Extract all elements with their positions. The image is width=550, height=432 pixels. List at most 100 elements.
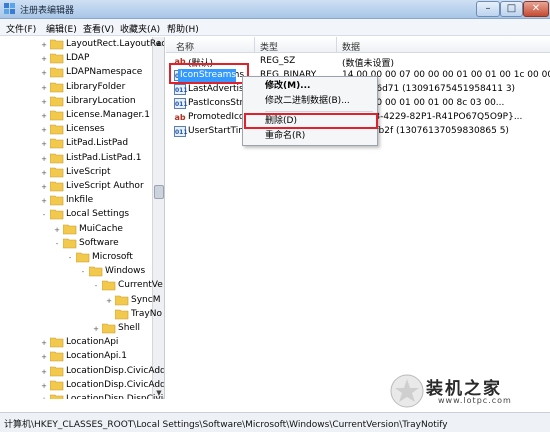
folder-icon xyxy=(50,366,64,376)
expand-icon[interactable]: + xyxy=(40,183,48,191)
expand-icon[interactable]: + xyxy=(40,126,48,134)
folder-icon xyxy=(50,352,64,362)
menu-modify[interactable]: 修改(M)... xyxy=(245,79,375,94)
tree-scrollbar[interactable]: ▲ ▼ xyxy=(152,37,164,399)
folder-icon xyxy=(50,53,64,64)
menu-file[interactable]: 文件(F) xyxy=(6,22,36,35)
tree-item-label: lnkfile xyxy=(66,195,94,206)
tree-item-label: Microsoft xyxy=(92,252,133,262)
expand-icon[interactable] xyxy=(105,311,113,319)
list-header: 名称 类型 数据 xyxy=(166,37,550,53)
expand-icon[interactable]: + xyxy=(40,339,48,347)
tree-item-label: LiveScript xyxy=(66,166,111,177)
expand-icon[interactable]: + xyxy=(40,382,48,390)
tree-item-label: LiveScript Author xyxy=(66,181,144,191)
folder-icon xyxy=(50,394,64,399)
folder-icon xyxy=(115,295,129,305)
folder-icon xyxy=(115,309,129,320)
column-divider[interactable] xyxy=(254,37,255,53)
expand-icon[interactable]: + xyxy=(40,112,48,120)
watermark: 装机之家 www.lotpc.com xyxy=(378,372,548,412)
expand-icon[interactable]: + xyxy=(40,41,48,49)
folder-icon xyxy=(50,195,64,206)
tree-item-label: SyncM xyxy=(131,294,161,305)
menu-view[interactable]: 查看(V) xyxy=(83,22,114,35)
expand-icon[interactable]: + xyxy=(40,84,48,92)
folder-icon xyxy=(50,337,64,348)
menu-rename[interactable]: 重命名(R) xyxy=(245,129,375,144)
highlight-box-iconstreams xyxy=(169,63,249,84)
expand-icon[interactable]: + xyxy=(105,297,113,305)
value-name: PromotedIco xyxy=(188,112,245,122)
value-name: LastAdvertise xyxy=(188,84,250,94)
maximize-button[interactable]: □ xyxy=(500,1,523,17)
expand-icon[interactable]: + xyxy=(40,155,48,163)
folder-icon xyxy=(50,110,64,121)
tree-item-label: Software xyxy=(79,237,119,248)
tree-item-label: LDAP xyxy=(66,53,90,64)
expand-icon[interactable]: + xyxy=(40,98,48,106)
collapse-icon[interactable]: - xyxy=(66,254,74,262)
folder-icon xyxy=(50,139,64,149)
expand-icon[interactable]: + xyxy=(40,353,48,361)
folder-icon xyxy=(50,380,64,391)
context-menu: 修改(M)... 修改二进制数据(B)... 删除(D) 重命名(R) xyxy=(242,76,378,146)
expand-icon[interactable]: + xyxy=(53,226,61,234)
value-name: UserStartTim xyxy=(188,126,247,136)
tree-item-label: MuiCache xyxy=(79,223,123,234)
expand-icon[interactable]: + xyxy=(40,169,48,177)
watermark-url: www.lotpc.com xyxy=(438,396,512,405)
highlight-box-delete xyxy=(244,113,378,129)
tree-item-label: LDAPNamespace xyxy=(66,67,143,78)
close-button[interactable]: ✕ xyxy=(523,1,549,17)
title-bar: 注册表编辑器 – □ ✕ xyxy=(0,0,550,19)
status-path: 计算机\HKEY_CLASSES_ROOT\Local Settings\Sof… xyxy=(4,420,448,430)
tree-item-label: Windows xyxy=(105,266,146,277)
expand-icon[interactable]: + xyxy=(40,140,48,148)
expand-icon[interactable]: + xyxy=(92,325,100,333)
collapse-icon[interactable]: - xyxy=(92,282,100,290)
folder-icon xyxy=(63,224,77,234)
registry-tree[interactable]: ▲ ▼ + LayoutRect.LayoutRect. + LDAP + LDAPNam… xyxy=(0,37,165,399)
menu-edit[interactable]: 编辑(E) xyxy=(46,22,77,35)
expand-icon[interactable]: + xyxy=(40,69,48,77)
binary-value-icon: 011 xyxy=(174,84,188,95)
value-type: REG_SZ xyxy=(260,56,296,66)
folder-icon xyxy=(50,82,64,92)
collapse-icon[interactable]: - xyxy=(40,211,48,219)
folder-icon xyxy=(50,167,64,178)
folder-icon xyxy=(76,252,90,263)
menu-favorites[interactable]: 收藏夹(A) xyxy=(120,22,160,35)
value-name: PastIconsStre xyxy=(188,98,249,108)
column-type[interactable]: 类型 xyxy=(260,40,278,53)
minimize-button[interactable]: – xyxy=(476,1,500,17)
collapse-icon[interactable]: - xyxy=(79,268,87,276)
column-data[interactable]: 数据 xyxy=(342,40,360,53)
column-divider[interactable] xyxy=(336,37,337,53)
binary-value-icon: 011 xyxy=(174,126,188,137)
folder-icon xyxy=(50,210,64,220)
expand-icon[interactable]: + xyxy=(40,368,48,376)
registry-editor-icon xyxy=(4,3,15,14)
menu-modify-binary[interactable]: 修改二进制数据(B)... xyxy=(245,94,375,109)
expand-icon[interactable]: + xyxy=(40,396,48,399)
tree-item-label: LibraryFolder xyxy=(66,81,126,92)
tree-item-label: TrayNo xyxy=(131,308,162,319)
tree-item-label: LibraryLocation xyxy=(66,95,136,106)
folder-icon xyxy=(63,238,77,249)
scroll-thumb[interactable] xyxy=(154,185,164,199)
expand-icon[interactable]: + xyxy=(40,197,48,205)
folder-icon xyxy=(89,266,103,277)
folder-icon xyxy=(50,153,64,163)
folder-icon xyxy=(50,39,64,50)
tree-item-label: License.Manager.1 xyxy=(66,110,151,120)
tree-item-label: LocationDisp.CivicAddr xyxy=(66,379,165,390)
column-name[interactable]: 名称 xyxy=(176,40,194,53)
expand-icon[interactable]: + xyxy=(40,55,48,63)
tree-item-label: Local Settings xyxy=(66,209,130,220)
star-logo-icon xyxy=(390,374,424,408)
collapse-icon[interactable]: - xyxy=(53,240,61,248)
menu-help[interactable]: 帮助(H) xyxy=(167,22,199,35)
binary-value-icon: 011 xyxy=(174,98,188,109)
folder-icon xyxy=(102,281,116,291)
